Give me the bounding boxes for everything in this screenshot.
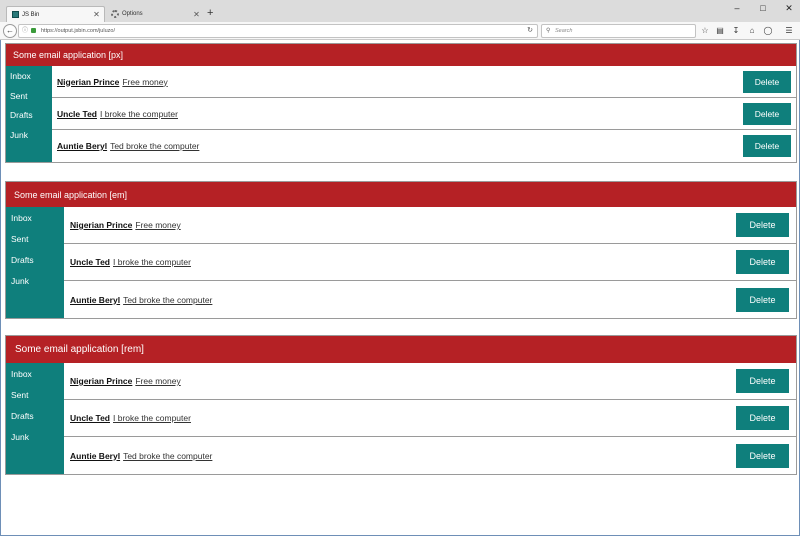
info-icon[interactable]: ⓘ — [22, 25, 28, 37]
message-subject-link[interactable]: I broke the computer — [113, 257, 191, 267]
sidebar-item-drafts[interactable]: Drafts — [6, 254, 64, 275]
page-content: Some email application [px] Inbox Sent D… — [0, 40, 800, 536]
tab-options[interactable]: Options ✕ — [106, 6, 204, 22]
url-text: https://output.jsbin.com/juluzo/ — [41, 28, 115, 34]
download-icon[interactable]: ↧ — [730, 25, 742, 37]
message-row: Auntie Beryl Ted broke the computer Dele… — [52, 130, 796, 162]
message-sender-link[interactable]: Nigerian Prince — [70, 220, 132, 230]
message-row: Uncle Ted I broke the computer Delete — [64, 244, 796, 281]
sidebar-item-junk[interactable]: Junk — [6, 129, 52, 149]
app-header: Some email application [px] — [6, 44, 796, 66]
sidebar-item-inbox[interactable]: Inbox — [6, 368, 64, 389]
app-title: Some email application [rem] — [15, 344, 144, 355]
lock-icon[interactable] — [31, 28, 36, 33]
app-title: Some email application [px] — [13, 50, 124, 60]
message-subject-link[interactable]: Ted broke the computer — [110, 141, 199, 151]
sidebar-item-inbox[interactable]: Inbox — [6, 70, 52, 90]
delete-button[interactable]: Delete — [736, 369, 789, 393]
sidebar: Inbox Sent Drafts Junk — [6, 207, 64, 318]
message-sender-link[interactable]: Auntie Beryl — [70, 295, 120, 305]
close-tab-icon[interactable]: ✕ — [192, 10, 201, 19]
tab-strip: JS Bin ✕ Options ✕ + – □ ✕ — [0, 0, 800, 22]
search-icon: ⚲ — [546, 28, 551, 34]
jsbin-favicon-icon — [12, 11, 19, 18]
email-app-em: Some email application [em] Inbox Sent D… — [5, 181, 797, 319]
delete-button[interactable]: Delete — [743, 102, 791, 125]
back-icon[interactable]: ← — [3, 24, 17, 38]
message-row: Nigerian Prince Free money Delete — [64, 207, 796, 244]
message-row: Nigerian Prince Free money Delete — [52, 66, 796, 98]
email-app-rem: Some email application [rem] Inbox Sent … — [5, 335, 797, 475]
message-subject-link[interactable]: Free money — [135, 376, 180, 386]
sidebar-item-sent[interactable]: Sent — [6, 389, 64, 410]
app-header: Some email application [rem] — [6, 336, 796, 363]
reload-icon[interactable]: ↻ — [527, 25, 533, 37]
sidebar-item-junk[interactable]: Junk — [6, 275, 64, 296]
search-placeholder: Search — [555, 28, 573, 34]
menu-icon[interactable]: ☰ — [783, 25, 795, 37]
message-subject-link[interactable]: I broke the computer — [100, 109, 178, 119]
email-app-px: Some email application [px] Inbox Sent D… — [5, 43, 797, 163]
pocket-icon[interactable]: ◯ — [762, 25, 774, 37]
sidebar-item-sent[interactable]: Sent — [6, 90, 52, 110]
browser-chrome: JS Bin ✕ Options ✕ + – □ ✕ ← ⓘ https://o… — [0, 0, 800, 40]
message-row: Auntie Beryl Ted broke the computer Dele… — [64, 437, 796, 474]
sidebar: Inbox Sent Drafts Junk — [6, 66, 52, 162]
message-subject-link[interactable]: Free money — [122, 77, 167, 87]
message-subject-link[interactable]: I broke the computer — [113, 413, 191, 423]
message-row: Auntie Beryl Ted broke the computer Dele… — [64, 281, 796, 318]
message-sender-link[interactable]: Uncle Ted — [70, 413, 110, 423]
message-sender-link[interactable]: Uncle Ted — [57, 109, 97, 119]
message-row: Uncle Ted I broke the computer Delete — [64, 400, 796, 437]
bookmark-star-icon[interactable]: ☆ — [699, 25, 711, 37]
message-list: Nigerian Prince Free money Delete Uncle … — [64, 363, 796, 474]
message-sender-link[interactable]: Auntie Beryl — [57, 141, 107, 151]
minimize-window-icon[interactable]: – — [724, 1, 750, 15]
delete-button[interactable]: Delete — [736, 406, 789, 430]
message-sender-link[interactable]: Auntie Beryl — [70, 451, 120, 461]
delete-button[interactable]: Delete — [743, 135, 791, 157]
home-icon[interactable]: ⌂ — [746, 25, 758, 37]
navigation-toolbar: ← ⓘ https://output.jsbin.com/juluzo/ ↻ ⚲… — [0, 22, 800, 40]
url-bar[interactable]: ⓘ https://output.jsbin.com/juluzo/ ↻ — [18, 24, 538, 38]
delete-button[interactable]: Delete — [736, 213, 789, 237]
sidebar-item-sent[interactable]: Sent — [6, 233, 64, 254]
tab-title: JS Bin — [22, 11, 40, 18]
message-row: Uncle Ted I broke the computer Delete — [52, 98, 796, 130]
gear-icon — [111, 10, 119, 18]
message-list: Nigerian Prince Free money Delete Uncle … — [52, 66, 796, 162]
delete-button[interactable]: Delete — [736, 287, 789, 312]
maximize-window-icon[interactable]: □ — [750, 1, 776, 15]
delete-button[interactable]: Delete — [743, 70, 791, 93]
message-subject-link[interactable]: Ted broke the computer — [123, 451, 212, 461]
close-tab-icon[interactable]: ✕ — [92, 10, 101, 19]
new-tab-button[interactable]: + — [207, 8, 213, 19]
delete-button[interactable]: Delete — [736, 443, 789, 468]
sidebar-item-drafts[interactable]: Drafts — [6, 410, 64, 431]
tab-title: Options — [122, 11, 143, 17]
message-sender-link[interactable]: Nigerian Prince — [57, 77, 119, 87]
sidebar: Inbox Sent Drafts Junk — [6, 363, 64, 474]
message-row: Nigerian Prince Free money Delete — [64, 363, 796, 400]
sidebar-item-junk[interactable]: Junk — [6, 431, 64, 452]
search-input[interactable]: ⚲ Search — [541, 24, 696, 38]
message-list: Nigerian Prince Free money Delete Uncle … — [64, 207, 796, 318]
close-window-icon[interactable]: ✕ — [776, 1, 800, 15]
delete-button[interactable]: Delete — [736, 250, 789, 274]
app-title: Some email application [em] — [14, 189, 128, 200]
message-sender-link[interactable]: Uncle Ted — [70, 257, 110, 267]
message-subject-link[interactable]: Ted broke the computer — [123, 295, 212, 305]
message-subject-link[interactable]: Free money — [135, 220, 180, 230]
sidebar-item-drafts[interactable]: Drafts — [6, 109, 52, 129]
tab-jsbin[interactable]: JS Bin ✕ — [6, 6, 105, 22]
app-header: Some email application [em] — [6, 182, 796, 207]
sidebar-item-inbox[interactable]: Inbox — [6, 212, 64, 233]
message-sender-link[interactable]: Nigerian Prince — [70, 376, 132, 386]
reading-list-icon[interactable]: ▤ — [714, 25, 726, 37]
